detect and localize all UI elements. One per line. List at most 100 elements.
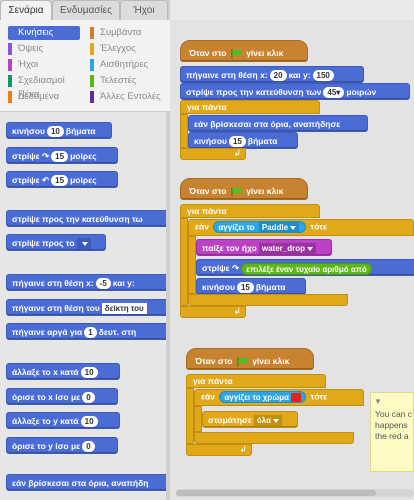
block-point-towards[interactable]: στρίψε προς το (6, 234, 106, 251)
block-text: όρισε το y ίσο με (12, 441, 81, 451)
block-turn-right[interactable]: στρίψε ↷ 15 μοίρες (6, 147, 118, 164)
category-swatch (8, 43, 12, 55)
category-swatch (90, 59, 94, 71)
block-glide[interactable]: πήγαινε αργά για 1 δευτ. στη (6, 323, 170, 340)
random-operator[interactable]: επιλέξε έναν τυχαίο αριθμό από (241, 262, 372, 275)
block-set-x[interactable]: όρισε το x ίσο με 0 (6, 388, 118, 405)
block-point-direction[interactable]: στρίψε προς την κατεύθυνση των 45▾ μοιρών (180, 83, 410, 100)
category-sound[interactable]: Ήχοι (8, 58, 80, 72)
loop-arrow-icon: ↲ (233, 148, 241, 158)
tab-sounds[interactable]: Ήχοι (120, 0, 168, 20)
category-motion[interactable]: Κινήσεις (8, 26, 80, 40)
tab-costumes[interactable]: Ενδυμασίες (52, 0, 120, 20)
block-text: κινήσου (12, 126, 45, 136)
horizontal-scrollbar[interactable] (176, 489, 414, 497)
block-input[interactable]: 15 (51, 175, 69, 187)
block-input[interactable]: 0 (82, 392, 95, 404)
block-input[interactable]: 15 (228, 136, 246, 148)
block-text: κινήσου (194, 136, 227, 146)
category-label: Αισθητήρες (100, 59, 149, 70)
block-input[interactable]: 15 (51, 151, 69, 163)
touching-sensor[interactable]: αγγίζει το Paddle (213, 221, 307, 234)
block-input[interactable]: 10 (80, 416, 98, 428)
block-text: πήγαινε στη θέση x: (186, 70, 268, 80)
block-turn-left[interactable]: στρίψε ↶ 15 μοίρες (6, 171, 118, 188)
dropdown[interactable]: δείκτη του (101, 303, 147, 315)
collapse-triangle-icon[interactable]: ▼ (374, 396, 382, 407)
block-palette: κινήσου 10 βήματα στρίψε ↷ 15 μοίρες στρίψε … (0, 112, 170, 500)
block-goto-xy[interactable]: πήγαινε στη θέση x: -5 και y: (6, 274, 170, 291)
loop-arrow-icon: ↲ (233, 306, 241, 316)
block-bounce[interactable]: εάν βρίσκεσαι στα όρια, αναπήδησε (188, 115, 368, 132)
block-forever[interactable]: για πάντα (186, 374, 326, 388)
category-control[interactable]: Έλεγχος (90, 42, 166, 56)
forever-arm (180, 218, 188, 306)
category-events[interactable]: Συμβάντα (90, 26, 166, 40)
block-input[interactable]: -5 (95, 278, 111, 290)
category-swatch (90, 43, 94, 55)
hat-green-flag-2[interactable]: Όταν στο γίνει κλικ (180, 178, 308, 200)
block-text: άλλαξε το x κατά (12, 367, 79, 377)
block-set-y[interactable]: όρισε το y ίσο με 0 (6, 437, 118, 454)
category-looks[interactable]: Όψεις (8, 42, 80, 56)
category-pen[interactable]: Σχεδιασμοί Πένα (8, 74, 86, 100)
block-goto-target[interactable]: πήγαινε στη θέση του δείκτη του (6, 299, 170, 316)
green-flag-icon (237, 357, 247, 367)
green-flag-icon (231, 49, 241, 59)
hat-green-flag-3[interactable]: Όταν στο γίνει κλικ (186, 348, 314, 370)
dropdown[interactable]: Paddle (258, 222, 300, 234)
block-input[interactable]: 150 (312, 70, 334, 82)
dropdown[interactable]: όλα (253, 415, 283, 427)
block-stop[interactable]: σταμάτησε όλα (202, 411, 298, 428)
block-text: πήγαινε αργά για (12, 327, 83, 337)
block-text: μοίρες (70, 151, 97, 161)
dropdown-value: water_drop (261, 244, 305, 254)
rotate-right-icon: ↷ (42, 151, 50, 161)
block-input[interactable]: 10 (80, 367, 98, 379)
block-input[interactable]: 15 (236, 282, 254, 294)
category-operators[interactable]: Τελεστές (90, 74, 166, 88)
block-text: σταμάτησε (208, 415, 252, 425)
dropdown[interactable] (76, 238, 91, 250)
block-text: τότε (310, 221, 327, 232)
touching-color-sensor[interactable]: αγγίζει το χρώμα (219, 391, 307, 403)
block-input[interactable]: 10 (46, 126, 64, 138)
if-end (188, 294, 348, 306)
block-change-y[interactable]: άλλαξε το y κατά 10 (6, 412, 120, 429)
block-text: εάν βρίσκεσαι στα όρια, αναπήδησε (194, 119, 341, 129)
block-move[interactable]: κινήσου 10 βήματα (6, 122, 112, 139)
dropdown[interactable]: water_drop (258, 243, 316, 255)
block-input[interactable]: 1 (84, 327, 97, 339)
block-move[interactable]: κινήσου 15 βήματα (188, 132, 298, 149)
hat-green-flag-1[interactable]: Όταν στο γίνει κλικ (180, 40, 308, 62)
comment-note[interactable]: ▼ You can c happens the red a (370, 392, 414, 472)
category-data[interactable]: Δεδομένα (8, 90, 80, 104)
chevron-down-icon (306, 247, 313, 252)
scrollbar-thumb[interactable] (176, 490, 376, 496)
block-move[interactable]: κινήσου 15 βήματα (196, 278, 306, 295)
category-label: Άλλες Εντολές (100, 91, 161, 102)
block-text: στρίψε (12, 175, 40, 185)
block-change-x[interactable]: άλλαξε το x κατά 10 (6, 363, 120, 380)
block-if[interactable]: εάν αγγίζει το χρώμα τότε (194, 389, 364, 406)
block-input[interactable]: 20 (269, 70, 287, 82)
block-goto-xy[interactable]: πήγαινε στη θέση x: 20 και y: 150 (180, 66, 364, 83)
block-input[interactable]: 45▾ (323, 87, 345, 99)
block-if[interactable]: εάν αγγίζει το Paddle τότε (188, 219, 414, 236)
block-text: στρίψε προς το (12, 238, 75, 248)
block-text: για πάντα (193, 376, 233, 386)
block-input[interactable]: 0 (82, 441, 95, 453)
category-more-blocks[interactable]: Άλλες Εντολές (90, 90, 166, 104)
block-turn-right[interactable]: στρίψε ↷ επιλέξε έναν τυχαίο αριθμό από (196, 259, 414, 276)
dropdown-value: όλα (256, 416, 272, 426)
block-point-direction[interactable]: στρίψε προς την κατεύθυνση τω (6, 210, 170, 227)
block-bounce[interactable]: εάν βρίσκεσαι στα όρια, αναπήδη (6, 474, 170, 491)
color-swatch[interactable] (291, 393, 302, 403)
block-play-sound[interactable]: παίξε τον ήχο water_drop (196, 239, 332, 256)
tab-scripts[interactable]: Σενάρια (0, 0, 52, 20)
block-forever[interactable]: για πάντα (180, 204, 320, 218)
category-sensing[interactable]: Αισθητήρες (90, 58, 166, 72)
category-swatch (8, 59, 12, 71)
block-forever[interactable]: για πάντα (180, 100, 320, 114)
if-arm (194, 406, 202, 432)
